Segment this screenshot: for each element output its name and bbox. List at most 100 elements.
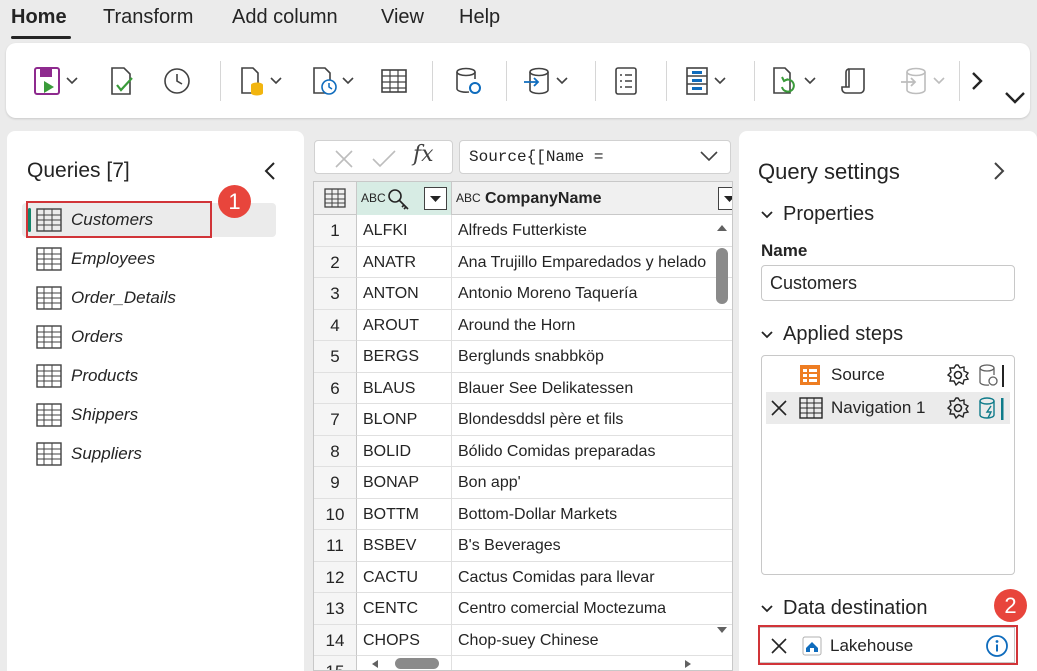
table-row[interactable]: 11 BSBEV B's Beverages bbox=[314, 530, 732, 562]
company-name-cell[interactable]: Bólido Comidas preparadas bbox=[452, 436, 732, 467]
customer-id-cell[interactable]: CENTC bbox=[357, 593, 452, 625]
column-header-customerid[interactable]: ABC bbox=[357, 182, 452, 215]
query-item-orders[interactable]: Orders bbox=[22, 320, 276, 354]
scroll-left-icon bbox=[372, 660, 378, 668]
ribbon-separator bbox=[432, 61, 433, 101]
applied-step-navigation[interactable]: Navigation 1 bbox=[766, 392, 1010, 424]
customer-id-cell[interactable]: BLONP bbox=[357, 404, 452, 436]
query-item-products[interactable]: Products bbox=[22, 359, 276, 393]
table-row[interactable]: 4 AROUT Around the Horn bbox=[314, 309, 732, 341]
table-row[interactable]: 5 BERGS Berglunds snabbköp bbox=[314, 341, 732, 373]
query-label: Employees bbox=[71, 249, 156, 268]
company-name-cell[interactable]: Around the Horn bbox=[452, 310, 732, 341]
company-name-cell[interactable]: Chop-suey Chinese bbox=[452, 625, 732, 656]
properties-heading: Properties bbox=[783, 203, 875, 225]
refresh-button[interactable] bbox=[770, 63, 816, 99]
company-name-cell[interactable]: Blondesddsl père et fils bbox=[452, 404, 732, 436]
query-item-order-details[interactable]: Order_Details bbox=[22, 281, 276, 315]
company-name-cell[interactable]: Berglunds snabbköp bbox=[452, 341, 732, 373]
validate-button[interactable] bbox=[107, 63, 135, 99]
tab-add-column[interactable]: Add column bbox=[232, 6, 338, 29]
select-all-cell[interactable] bbox=[314, 182, 357, 215]
query-item-suppliers[interactable]: Suppliers bbox=[22, 437, 276, 471]
table-row[interactable]: 8 BOLID Bólido Comidas preparadas bbox=[314, 435, 732, 467]
schedule-button[interactable] bbox=[310, 63, 354, 99]
gear-icon[interactable] bbox=[946, 396, 970, 420]
tab-home[interactable]: Home bbox=[11, 6, 67, 29]
delete-step-icon[interactable] bbox=[770, 399, 788, 417]
company-name-cell[interactable]: Cactus Comidas para llevar bbox=[452, 562, 732, 593]
query-item-shippers[interactable]: Shippers bbox=[22, 398, 276, 432]
tab-view[interactable]: View bbox=[381, 6, 424, 29]
horizontal-scrollbar[interactable] bbox=[357, 656, 732, 670]
applied-steps-section-toggle[interactable]: Applied steps bbox=[761, 323, 903, 346]
scrollbar-thumb[interactable] bbox=[395, 658, 439, 669]
collapse-ribbon-button[interactable] bbox=[1003, 90, 1027, 111]
check-icon[interactable] bbox=[371, 148, 397, 170]
data-destination-section-toggle[interactable]: Data destination bbox=[761, 597, 928, 620]
enter-data-button[interactable] bbox=[380, 63, 408, 99]
customer-id-cell[interactable]: BOTTM bbox=[357, 498, 452, 530]
company-name-cell[interactable]: Blauer See Delikatessen bbox=[452, 373, 732, 404]
table-row[interactable]: 13 CENTC Centro comercial Moctezuma bbox=[314, 593, 732, 625]
column-filter-button[interactable] bbox=[424, 187, 447, 210]
data-source-settings-button[interactable] bbox=[453, 63, 483, 99]
customer-id-cell[interactable]: BOLID bbox=[357, 435, 452, 467]
get-data-button[interactable] bbox=[238, 63, 282, 99]
refresh-history-button[interactable] bbox=[162, 63, 192, 99]
column-header-companyname[interactable]: ABC CompanyName bbox=[452, 182, 732, 215]
company-name-cell[interactable]: Bottom-Dollar Markets bbox=[452, 499, 732, 530]
table-row[interactable]: 3 ANTON Antonio Moreno Taquería bbox=[314, 278, 732, 310]
customer-id-cell[interactable]: AROUT bbox=[357, 309, 452, 341]
company-name-cell[interactable]: B's Beverages bbox=[452, 530, 732, 562]
column-filter-button[interactable] bbox=[718, 187, 732, 210]
collapse-queries-button[interactable] bbox=[263, 161, 277, 186]
import-button[interactable] bbox=[522, 63, 568, 99]
table-row[interactable]: 2 ANATR Ana Trujillo Emparedados y helado bbox=[314, 246, 732, 278]
company-name-cell[interactable]: Bon app' bbox=[452, 467, 732, 499]
advanced-editor-button[interactable] bbox=[840, 63, 868, 99]
table-row[interactable]: 6 BLAUS Blauer See Delikatessen bbox=[314, 372, 732, 404]
save-button[interactable] bbox=[32, 63, 78, 99]
table-row[interactable]: 9 BONAP Bon app' bbox=[314, 467, 732, 499]
customer-id-cell[interactable]: BERGS bbox=[357, 341, 452, 373]
query-options-button[interactable] bbox=[613, 63, 639, 99]
scrollbar-thumb[interactable] bbox=[716, 248, 728, 304]
customer-id-cell[interactable]: BSBEV bbox=[357, 530, 452, 562]
gear-icon[interactable] bbox=[946, 363, 970, 387]
properties-section-toggle[interactable]: Properties bbox=[761, 203, 874, 226]
ribbon-more-button[interactable] bbox=[969, 63, 985, 99]
formula-bar[interactable]: Source{[Name = bbox=[459, 140, 731, 174]
tab-transform[interactable]: Transform bbox=[103, 6, 193, 29]
data-destination-button[interactable] bbox=[899, 63, 945, 99]
customer-id-cell[interactable]: ANATR bbox=[357, 246, 452, 278]
ribbon-separator bbox=[666, 61, 667, 101]
company-name-cell[interactable]: Centro comercial Moctezuma bbox=[452, 593, 732, 625]
collapse-settings-button[interactable] bbox=[992, 161, 1006, 186]
query-name-input[interactable]: Customers bbox=[761, 265, 1015, 301]
company-name-cell[interactable]: Alfreds Futterkiste bbox=[452, 215, 732, 247]
table-icon bbox=[36, 403, 62, 427]
applied-step-source[interactable]: Source bbox=[766, 359, 1010, 391]
manage-columns-button[interactable] bbox=[684, 63, 726, 99]
customer-id-cell[interactable]: CHOPS bbox=[357, 624, 452, 656]
table-row[interactable]: 7 BLONP Blondesddsl père et fils bbox=[314, 404, 732, 436]
table-row[interactable]: 1 ALFKI Alfreds Futterkiste bbox=[314, 215, 732, 247]
tab-help[interactable]: Help bbox=[459, 6, 500, 29]
query-item-employees[interactable]: Employees bbox=[22, 242, 276, 276]
customer-id-cell[interactable]: BONAP bbox=[357, 467, 452, 499]
cancel-icon[interactable] bbox=[333, 148, 355, 170]
chevron-down-icon[interactable] bbox=[700, 151, 718, 163]
company-name-cell[interactable]: Antonio Moreno Taquería bbox=[452, 278, 732, 310]
company-name-cell[interactable]: Ana Trujillo Emparedados y helado bbox=[452, 247, 732, 278]
vertical-scrollbar[interactable] bbox=[710, 216, 732, 639]
grid-header: ABC ABC CompanyName bbox=[314, 182, 732, 215]
customer-id-cell[interactable]: ALFKI bbox=[357, 215, 452, 247]
annotation-badge-1: 1 bbox=[218, 185, 251, 218]
customer-id-cell[interactable]: ANTON bbox=[357, 278, 452, 310]
table-row[interactable]: 10 BOTTM Bottom-Dollar Markets bbox=[314, 498, 732, 530]
customer-id-cell[interactable]: CACTU bbox=[357, 561, 452, 593]
table-row[interactable]: 12 CACTU Cactus Comidas para llevar bbox=[314, 561, 732, 593]
table-row[interactable]: 14 CHOPS Chop-suey Chinese bbox=[314, 624, 732, 656]
customer-id-cell[interactable]: BLAUS bbox=[357, 372, 452, 404]
